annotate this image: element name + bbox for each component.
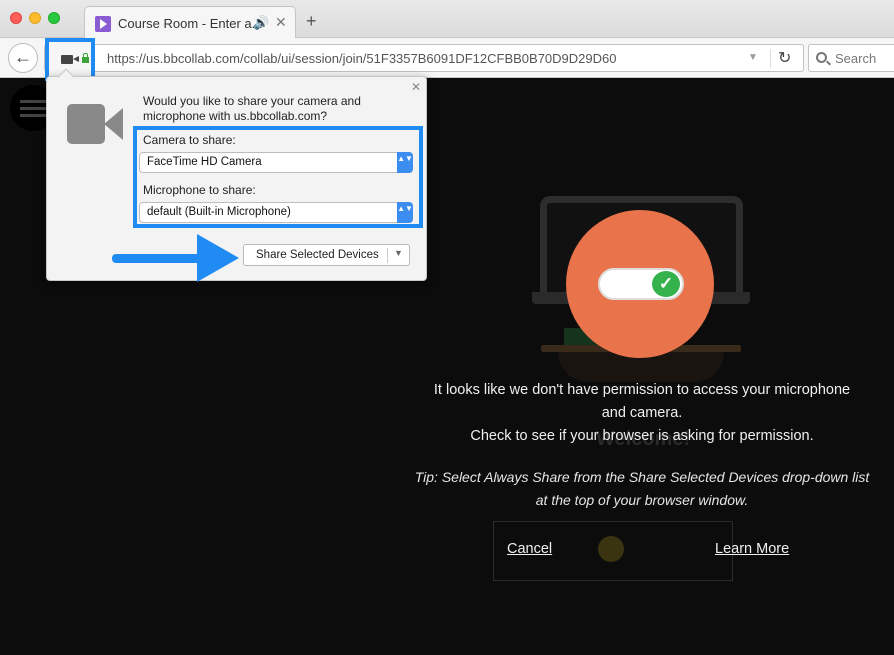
cancel-link[interactable]: Cancel <box>507 541 552 557</box>
url-bar[interactable]: https://us.bbcollab.com/collab/ui/sessio… <box>44 44 804 72</box>
lock-icon <box>82 53 89 63</box>
popup-close-icon[interactable]: ✕ <box>411 80 421 94</box>
checkmark-icon: ✓ <box>652 271 680 297</box>
video-camera-lens-icon <box>104 108 123 140</box>
select-arrows-icon: ▲▼ <box>397 202 413 223</box>
device-selection-group: Camera to share: FaceTime HD Camera ▲▼ M… <box>133 126 423 228</box>
minimize-window-button[interactable] <box>29 12 41 24</box>
share-button-label: Share Selected Devices <box>256 249 379 261</box>
permission-message-line-2: and camera. <box>601 405 683 421</box>
callout-arrow-shaft <box>112 254 207 263</box>
browser-window: Course Room - Enter a... 🔊 ✕ + ← https:/… <box>0 0 894 655</box>
camera-select-value: FaceTime HD Camera <box>147 156 262 168</box>
search-input[interactable]: Search <box>808 44 894 72</box>
microphone-label: Microphone to share: <box>143 183 256 197</box>
search-icon <box>816 52 827 63</box>
share-button-separator <box>387 248 388 263</box>
url-text[interactable]: https://us.bbcollab.com/collab/ui/sessio… <box>107 51 616 66</box>
learn-more-link[interactable]: Learn More <box>715 541 789 557</box>
camera-icon <box>61 55 79 64</box>
camera-select[interactable]: FaceTime HD Camera ▲▼ <box>139 152 413 173</box>
callout-arrow-icon <box>197 234 239 282</box>
search-placeholder: Search <box>835 51 877 66</box>
select-arrows-icon: ▲▼ <box>397 152 413 173</box>
permission-message-line-1: It looks like we don't have permission t… <box>433 382 851 398</box>
permission-message-line-3: Check to see if your browser is asking f… <box>470 428 814 444</box>
camera-label: Camera to share: <box>143 133 236 147</box>
tab-title: Course Room - Enter a... <box>118 16 263 31</box>
back-button[interactable]: ← <box>8 43 38 73</box>
permission-question: Would you like to share your camera and … <box>143 94 361 123</box>
tip-line-1: Tip: Select Always Share from the Share … <box>414 469 870 485</box>
microphone-select-value: default (Built-in Microphone) <box>147 206 291 218</box>
url-separator <box>770 49 771 68</box>
navigation-bar: ← https://us.bbcollab.com/collab/ui/sess… <box>0 38 894 78</box>
zoom-window-button[interactable] <box>48 12 60 24</box>
url-history-dropdown-icon[interactable]: ▼ <box>748 52 758 63</box>
new-tab-button[interactable]: + <box>306 12 317 30</box>
close-window-button[interactable] <box>10 12 22 24</box>
collaborate-favicon-icon <box>95 16 111 32</box>
reload-icon[interactable]: ↻ <box>778 48 791 68</box>
tip-line-2: at the top of your browser window. <box>535 492 749 508</box>
speaker-icon[interactable]: 🔊 <box>253 15 269 31</box>
toggle-illustration: ✓ <box>598 268 684 300</box>
tab-close-icon[interactable]: ✕ <box>275 14 287 31</box>
tab-course-room[interactable]: Course Room - Enter a... 🔊 ✕ <box>84 6 296 39</box>
microphone-select[interactable]: default (Built-in Microphone) ▲▼ <box>139 202 413 223</box>
video-camera-icon <box>67 104 105 144</box>
share-selected-devices-button[interactable]: Share Selected Devices ▼ <box>243 244 410 266</box>
lightbulb-icon <box>598 536 624 562</box>
tab-strip: Course Room - Enter a... 🔊 ✕ + <box>0 0 894 39</box>
share-options-dropdown-icon[interactable]: ▼ <box>394 248 403 258</box>
